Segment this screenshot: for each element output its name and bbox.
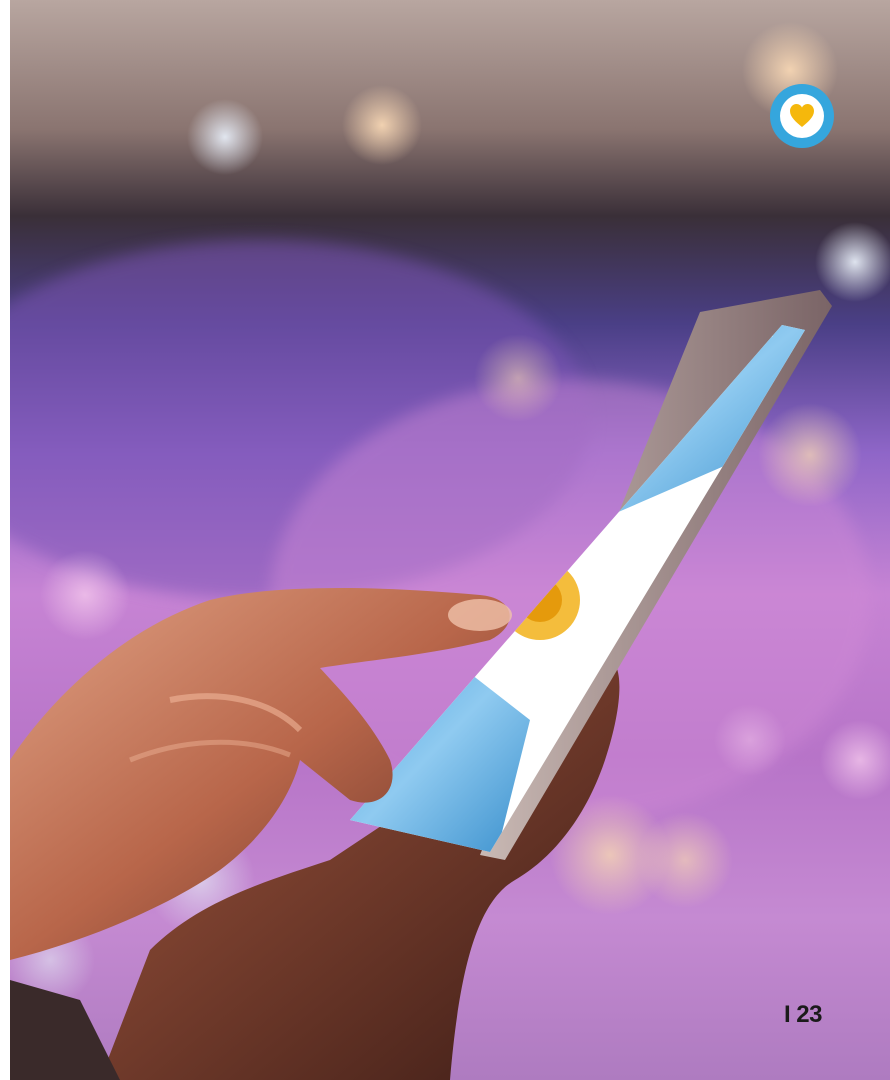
bokeh-light	[40, 550, 130, 640]
magazine-page: I 23	[0, 0, 890, 1080]
bokeh-light	[637, 812, 733, 908]
bokeh-light	[714, 704, 786, 776]
bokeh-light	[342, 85, 422, 165]
page-number: I 23	[783, 1001, 823, 1028]
bokeh-light	[187, 99, 263, 175]
fingertip	[448, 599, 512, 631]
heart-badge	[768, 82, 836, 150]
hands-phone-photo	[10, 0, 890, 1080]
bokeh-light	[758, 403, 862, 507]
bokeh-light	[474, 334, 562, 422]
